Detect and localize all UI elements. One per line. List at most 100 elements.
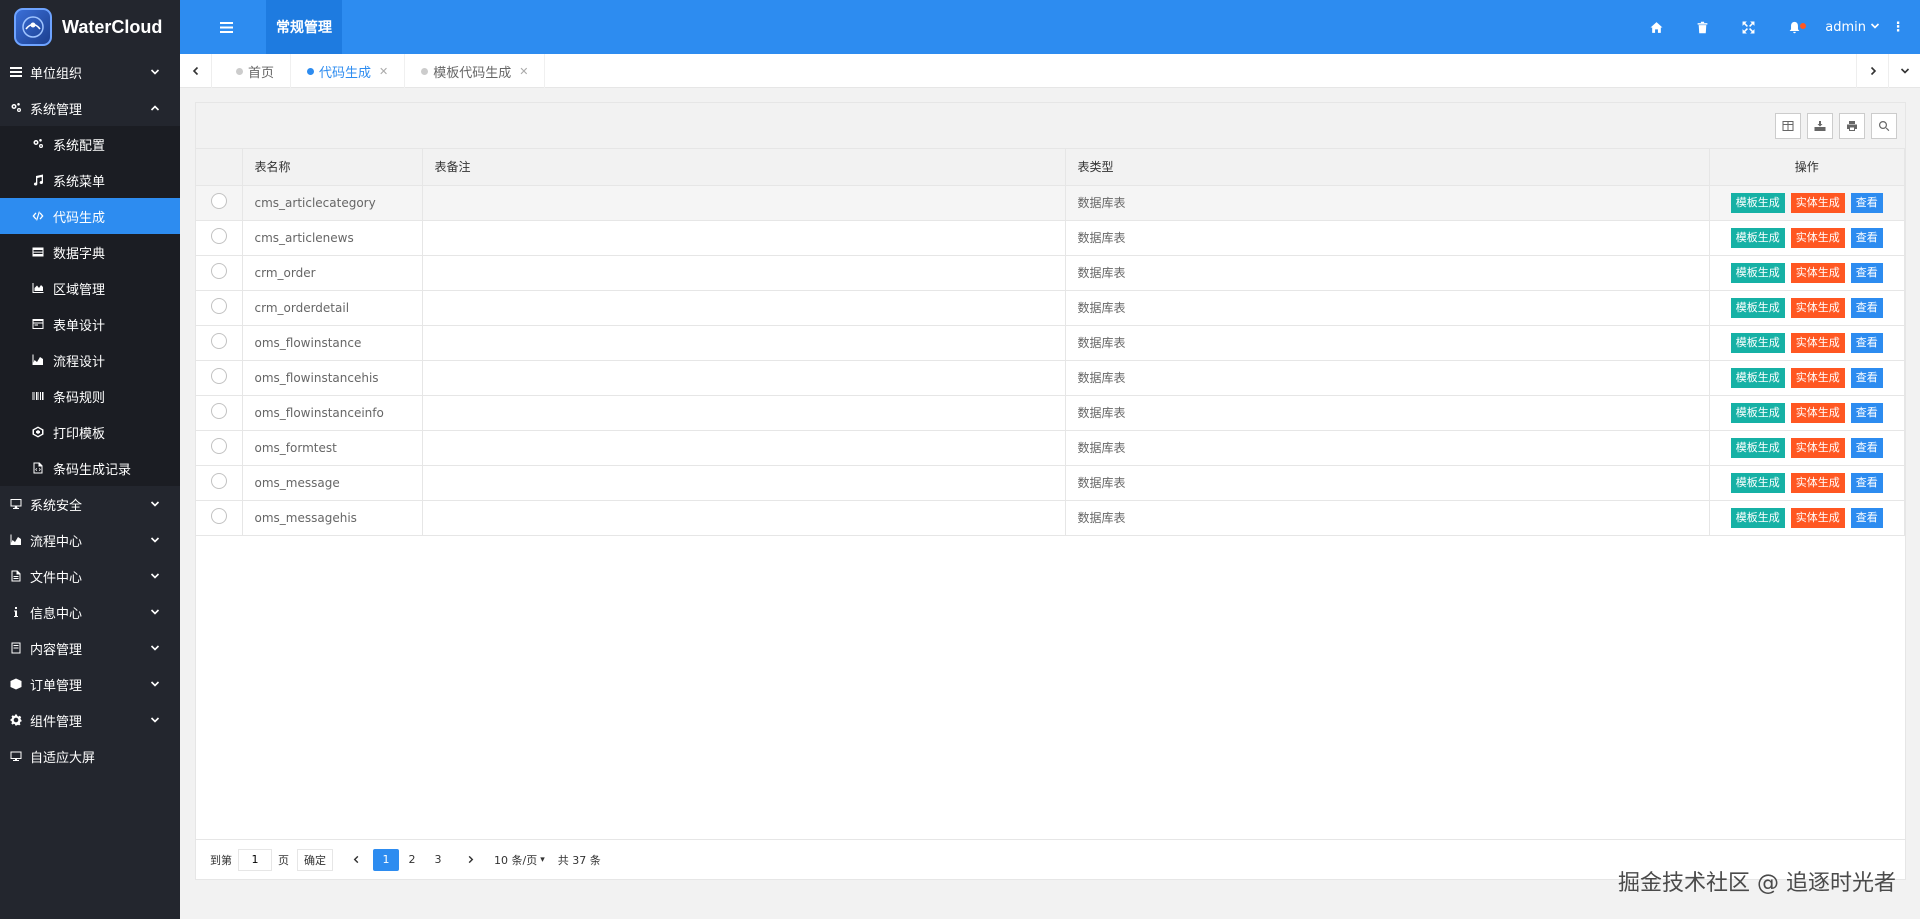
sidebar-group[interactable]: 信息中心 [0, 594, 180, 630]
row-radio[interactable] [210, 508, 227, 524]
template-generate-button[interactable]: 模板生成 [1730, 437, 1785, 458]
template-generate-button[interactable]: 模板生成 [1730, 262, 1785, 283]
top-menu-tab[interactable]: 常规管理 [266, 0, 342, 54]
sidebar-group[interactable]: 订单管理 [0, 666, 180, 702]
row-radio[interactable] [210, 368, 227, 384]
entity-generate-button[interactable]: 实体生成 [1790, 227, 1845, 248]
sidebar-group[interactable]: 文件中心 [0, 558, 180, 594]
header-table-name[interactable]: 表名称 [242, 149, 423, 186]
page-tab[interactable]: 首页 [220, 54, 292, 88]
page-number-button[interactable]: 3 [425, 849, 451, 871]
sidebar-item[interactable]: 代码生成 [0, 198, 180, 234]
page-tab[interactable]: 代码生成 ✕ [291, 54, 406, 88]
export-button[interactable] [1807, 113, 1833, 139]
print-button[interactable] [1839, 113, 1865, 139]
notification-button[interactable] [1771, 0, 1817, 54]
template-generate-button[interactable]: 模板生成 [1730, 227, 1785, 248]
view-button[interactable]: 查看 [1850, 367, 1883, 388]
sidebar-item[interactable]: 流程设计 [0, 342, 180, 378]
table-row[interactable]: oms_formtest 数据库表 模板生成 实体生成 查看 [196, 430, 1905, 466]
table-row[interactable]: oms_messagehis 数据库表 模板生成 实体生成 查看 [196, 500, 1905, 536]
template-generate-button[interactable]: 模板生成 [1730, 402, 1785, 423]
sidebar-item[interactable]: 系统配置 [0, 126, 180, 162]
entity-generate-button[interactable]: 实体生成 [1790, 402, 1845, 423]
table-row[interactable]: cms_articlenews 数据库表 模板生成 实体生成 查看 [196, 220, 1905, 256]
table-row[interactable]: oms_flowinstanceinfo 数据库表 模板生成 实体生成 查看 [196, 395, 1905, 431]
fullscreen-button[interactable] [1725, 0, 1771, 54]
goto-page-input[interactable] [238, 848, 272, 871]
next-page-button[interactable] [457, 849, 483, 871]
prev-page-button[interactable] [343, 849, 369, 871]
page-tab[interactable]: 模板代码生成 ✕ [405, 54, 546, 88]
entity-generate-button[interactable]: 实体生成 [1790, 437, 1845, 458]
sidebar-item[interactable]: 条码规则 [0, 378, 180, 414]
sidebar-group[interactable]: 内容管理 [0, 630, 180, 666]
table-row[interactable]: oms_flowinstancehis 数据库表 模板生成 实体生成 查看 [196, 360, 1905, 396]
tabs-scroll-left-button[interactable] [180, 54, 212, 88]
sidebar-item[interactable]: 区域管理 [0, 270, 180, 306]
view-button[interactable]: 查看 [1850, 507, 1883, 528]
table-row[interactable]: oms_flowinstance 数据库表 模板生成 实体生成 查看 [196, 325, 1905, 361]
view-button[interactable]: 查看 [1850, 297, 1883, 318]
row-radio[interactable] [210, 473, 227, 489]
sidebar-item[interactable]: 数据字典 [0, 234, 180, 270]
row-radio[interactable] [210, 228, 227, 244]
page-number-button[interactable]: 1 [373, 848, 399, 871]
row-radio[interactable] [210, 263, 227, 279]
close-icon[interactable]: ✕ [519, 65, 528, 78]
table-row[interactable]: oms_message 数据库表 模板生成 实体生成 查看 [196, 465, 1905, 501]
table-row[interactable]: crm_orderdetail 数据库表 模板生成 实体生成 查看 [196, 290, 1905, 326]
sidebar-group[interactable]: 单位组织 [0, 54, 180, 90]
sidebar-group[interactable]: 流程中心 [0, 522, 180, 558]
view-button[interactable]: 查看 [1850, 472, 1883, 493]
template-generate-button[interactable]: 模板生成 [1730, 192, 1785, 213]
sidebar-item[interactable]: 打印模板 [0, 414, 180, 450]
page-size-select[interactable]: 10 条/页 ▾ [489, 848, 550, 871]
logo-area[interactable]: WaterCloud [0, 0, 180, 54]
row-radio[interactable] [210, 333, 227, 349]
view-button[interactable]: 查看 [1850, 192, 1883, 213]
header-table-note[interactable]: 表备注 [422, 149, 1066, 186]
columns-filter-button[interactable] [1775, 113, 1801, 139]
view-button[interactable]: 查看 [1850, 332, 1883, 353]
goto-confirm-button[interactable]: 确定 [297, 848, 333, 871]
view-button[interactable]: 查看 [1850, 227, 1883, 248]
menu-toggle-button[interactable] [208, 14, 244, 40]
row-radio[interactable] [210, 403, 227, 419]
header-table-type[interactable]: 表类型 [1065, 149, 1710, 186]
tabs-scroll-right-button[interactable] [1856, 54, 1888, 88]
sidebar-item[interactable]: 条码生成记录 [0, 450, 180, 486]
more-vertical-icon[interactable]: ⋮ [1888, 20, 1908, 35]
entity-generate-button[interactable]: 实体生成 [1790, 507, 1845, 528]
close-icon[interactable]: ✕ [379, 65, 388, 78]
template-generate-button[interactable]: 模板生成 [1730, 332, 1785, 353]
entity-generate-button[interactable]: 实体生成 [1790, 367, 1845, 388]
table-row[interactable]: crm_order 数据库表 模板生成 实体生成 查看 [196, 255, 1905, 291]
row-radio[interactable] [210, 298, 227, 314]
template-generate-button[interactable]: 模板生成 [1730, 367, 1785, 388]
row-radio[interactable] [210, 193, 227, 209]
view-button[interactable]: 查看 [1850, 437, 1883, 458]
view-button[interactable]: 查看 [1850, 262, 1883, 283]
sidebar-group[interactable]: 组件管理 [0, 702, 180, 738]
search-button[interactable] [1871, 113, 1897, 139]
view-button[interactable]: 查看 [1850, 402, 1883, 423]
row-radio[interactable] [210, 438, 227, 454]
entity-generate-button[interactable]: 实体生成 [1790, 262, 1845, 283]
home-button[interactable] [1633, 0, 1679, 54]
template-generate-button[interactable]: 模板生成 [1730, 472, 1785, 493]
sidebar-item[interactable]: 表单设计 [0, 306, 180, 342]
entity-generate-button[interactable]: 实体生成 [1790, 332, 1845, 353]
template-generate-button[interactable]: 模板生成 [1730, 297, 1785, 318]
table-row[interactable]: cms_articlecategory 数据库表 模板生成 实体生成 查看 [196, 185, 1905, 221]
template-generate-button[interactable]: 模板生成 [1730, 507, 1785, 528]
user-menu[interactable]: admin [1817, 20, 1888, 35]
sidebar-group[interactable]: 系统安全 [0, 486, 180, 522]
sidebar-item[interactable]: 系统菜单 [0, 162, 180, 198]
entity-generate-button[interactable]: 实体生成 [1790, 297, 1845, 318]
clear-cache-button[interactable] [1679, 0, 1725, 54]
entity-generate-button[interactable]: 实体生成 [1790, 192, 1845, 213]
entity-generate-button[interactable]: 实体生成 [1790, 472, 1845, 493]
sidebar-group[interactable]: 系统管理 [0, 90, 180, 126]
sidebar-group[interactable]: 自适应大屏 [0, 738, 180, 774]
